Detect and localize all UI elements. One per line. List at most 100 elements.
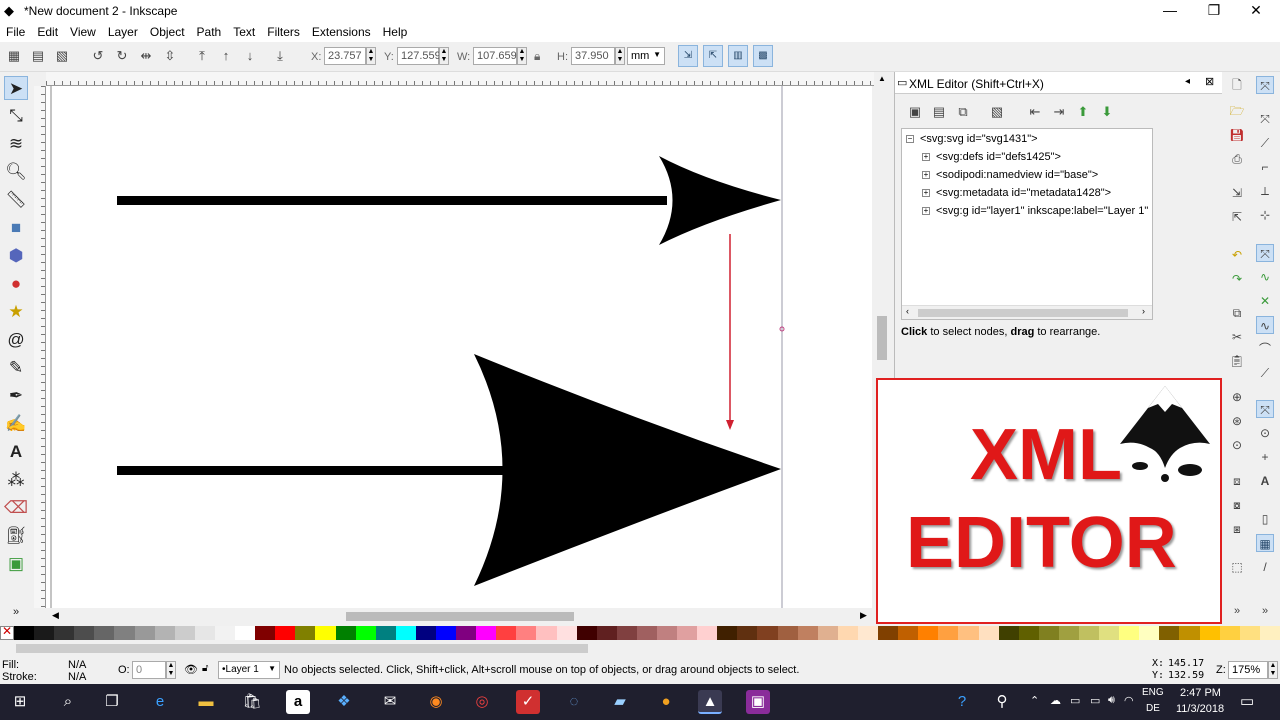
store-icon[interactable]: 🛍︎ bbox=[240, 690, 264, 714]
raise-icon[interactable]: ↑ bbox=[218, 48, 234, 64]
color-swatch[interactable] bbox=[536, 626, 557, 640]
snap-bbox-edge-icon[interactable]: ⟋ bbox=[1256, 134, 1274, 152]
color-swatch[interactable] bbox=[275, 626, 296, 640]
drawing-canvas[interactable] bbox=[46, 86, 872, 608]
arrow-head-bottom[interactable] bbox=[474, 354, 781, 586]
volume-icon[interactable]: 🔊︎ bbox=[1108, 694, 1115, 707]
unindent-node-icon[interactable]: ⇤ bbox=[1027, 104, 1043, 120]
vertical-scroll-thumb[interactable] bbox=[877, 316, 887, 360]
color-swatch[interactable] bbox=[918, 626, 939, 640]
color-swatch[interactable] bbox=[978, 626, 999, 640]
undo-icon[interactable]: ↶ bbox=[1228, 246, 1246, 264]
edge-browser-icon[interactable]: e bbox=[148, 690, 172, 714]
video-editor-icon[interactable]: ▣ bbox=[746, 690, 770, 714]
color-swatch[interactable] bbox=[898, 626, 919, 640]
select-all-layers-icon[interactable]: ▤ bbox=[30, 48, 46, 64]
horizontal-scroll-thumb[interactable] bbox=[346, 612, 574, 621]
menu-extensions[interactable]: Extensions bbox=[312, 25, 371, 39]
arrow-head-top[interactable] bbox=[659, 156, 781, 245]
scroll-left-icon[interactable]: ◀ bbox=[52, 610, 59, 621]
color-swatch[interactable] bbox=[878, 626, 899, 640]
3d-box-tool-icon[interactable]: ⬢ bbox=[4, 244, 28, 268]
snap-cusp-icon[interactable]: ∿ bbox=[1256, 316, 1274, 334]
menu-help[interactable]: Help bbox=[383, 25, 408, 39]
spiral-tool-icon[interactable]: @ bbox=[4, 328, 28, 352]
menu-text[interactable]: Text bbox=[233, 25, 255, 39]
tree-node[interactable]: + <svg:g id="layer1" inkscape:label="Laye… bbox=[922, 205, 1148, 217]
color-palette[interactable]: ✕ bbox=[0, 624, 1280, 640]
color-swatch[interactable] bbox=[14, 626, 35, 640]
arrow-shaft-bottom[interactable] bbox=[117, 466, 567, 475]
color-swatch[interactable] bbox=[355, 626, 376, 640]
color-swatch[interactable] bbox=[134, 626, 155, 640]
palette-scrollbar[interactable] bbox=[0, 640, 1280, 658]
color-swatch[interactable] bbox=[375, 626, 396, 640]
color-swatch[interactable] bbox=[516, 626, 537, 640]
tray-chevron-icon[interactable]: ⌃ bbox=[1030, 694, 1039, 707]
menu-view[interactable]: View bbox=[70, 25, 96, 39]
color-swatch[interactable] bbox=[395, 626, 416, 640]
snap-toggle-icon[interactable]: ⤧ bbox=[1256, 76, 1274, 94]
color-swatch[interactable] bbox=[174, 626, 195, 640]
inkscape-taskbar-icon[interactable]: ▲ bbox=[698, 690, 722, 714]
pencil-tool-icon[interactable]: ✎ bbox=[4, 356, 28, 380]
color-swatch[interactable] bbox=[1159, 626, 1180, 640]
scale-stroke-button[interactable]: ⇲ bbox=[678, 45, 698, 67]
color-swatch[interactable] bbox=[415, 626, 436, 640]
snap-page-border-icon[interactable]: ▯ bbox=[1256, 510, 1274, 528]
color-swatch[interactable] bbox=[958, 626, 979, 640]
lower-to-bottom-icon[interactable]: ⤓ bbox=[272, 48, 288, 64]
move-patterns-button[interactable]: ▩ bbox=[753, 45, 773, 67]
color-swatch[interactable] bbox=[74, 626, 95, 640]
search-icon[interactable]: ⌕ bbox=[56, 690, 80, 714]
color-swatch[interactable] bbox=[496, 626, 517, 640]
notifications-icon[interactable]: ▭ bbox=[1240, 692, 1254, 710]
new-element-node-icon[interactable]: ▣ bbox=[907, 104, 923, 120]
spray-tool-icon[interactable]: ⁂ bbox=[4, 468, 28, 492]
color-swatch[interactable] bbox=[677, 626, 698, 640]
group-icon[interactable]: ⬚ bbox=[1228, 558, 1246, 576]
rotate-ccw-icon[interactable]: ↺ bbox=[90, 48, 106, 64]
color-swatch[interactable] bbox=[1099, 626, 1120, 640]
firefox-icon[interactable]: ◉ bbox=[424, 690, 448, 714]
h-spinner[interactable]: ▲ ▼ bbox=[615, 47, 625, 65]
chrome-icon[interactable]: ◎ bbox=[470, 690, 494, 714]
horizontal-scrollbar[interactable]: ◀ ▶ bbox=[46, 608, 872, 624]
calligraphy-tool-icon[interactable]: ✍ bbox=[4, 412, 28, 436]
color-swatch[interactable] bbox=[335, 626, 356, 640]
more-commands-icon[interactable]: » bbox=[1228, 602, 1246, 620]
mail-icon[interactable]: ✉ bbox=[378, 690, 402, 714]
zoom-input[interactable]: 175% bbox=[1228, 661, 1268, 679]
close-icon[interactable]: ✕ bbox=[1236, 2, 1276, 19]
circle-tool-icon[interactable]: ● bbox=[4, 272, 28, 296]
color-swatch[interactable] bbox=[576, 626, 597, 640]
more-tools-icon[interactable]: » bbox=[4, 600, 28, 624]
snap-bbox-center-icon[interactable]: ⊹ bbox=[1256, 206, 1274, 224]
tree-node[interactable]: + <svg:metadata id="metadata1428"> bbox=[922, 187, 1111, 199]
y-spinner[interactable]: ▲ ▼ bbox=[439, 47, 449, 65]
tree-node[interactable]: + <svg:defs id="defs1425"> bbox=[922, 151, 1061, 163]
export-icon[interactable]: ⇱ bbox=[1228, 208, 1246, 226]
selector-tool-icon[interactable]: ➤ bbox=[4, 76, 28, 100]
opacity-spinner[interactable]: ▲ ▼ bbox=[166, 661, 176, 679]
x-input[interactable]: 23.757 bbox=[324, 47, 366, 65]
wifi-icon[interactable]: ◠ bbox=[1124, 694, 1134, 707]
snap-paths-icon[interactable]: ∿ bbox=[1256, 268, 1274, 286]
pen-tool-icon[interactable]: ✒ bbox=[4, 384, 28, 408]
color-swatch[interactable] bbox=[34, 626, 55, 640]
move-gradients-button[interactable]: ▥ bbox=[728, 45, 748, 67]
rotate-cw-icon[interactable]: ↻ bbox=[114, 48, 130, 64]
color-swatch[interactable] bbox=[315, 626, 336, 640]
app-icon[interactable]: ● bbox=[654, 690, 678, 714]
cloud-icon[interactable]: ☁ bbox=[1050, 694, 1061, 707]
unlink-clone-icon[interactable]: ⧆ bbox=[1228, 520, 1246, 538]
language-primary[interactable]: ENG bbox=[1142, 687, 1164, 698]
scroll-left-icon[interactable]: ‹ bbox=[906, 306, 909, 316]
zoom-page-icon[interactable]: ⊙ bbox=[1228, 436, 1246, 454]
flip-horizontal-icon[interactable]: ⇹ bbox=[138, 48, 154, 64]
color-swatch[interactable] bbox=[938, 626, 959, 640]
expand-icon[interactable]: + bbox=[922, 171, 930, 180]
lower-node-icon[interactable]: ⬇ bbox=[1099, 104, 1115, 120]
expand-icon[interactable]: + bbox=[922, 207, 930, 216]
y-input[interactable]: 127.559 bbox=[397, 47, 441, 65]
